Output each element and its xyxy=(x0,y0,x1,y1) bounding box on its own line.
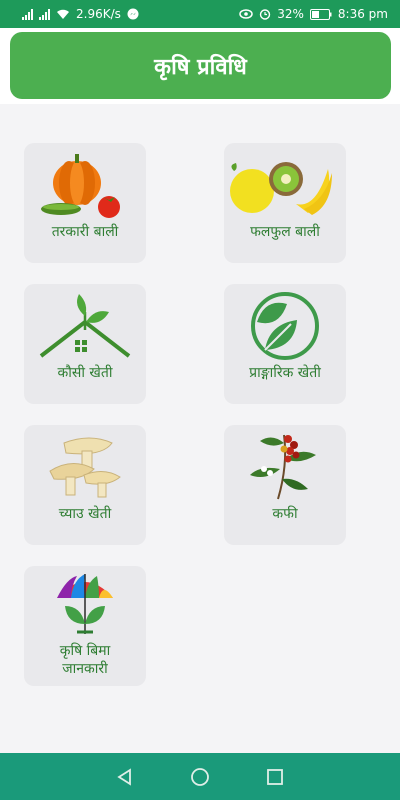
tile-label: फलफुल बाली xyxy=(250,224,320,240)
wifi-icon xyxy=(57,9,69,19)
vegetables-icon xyxy=(41,154,120,218)
app-title-bar: कृषि प्रविधि xyxy=(10,32,391,99)
alarm-icon xyxy=(260,9,271,20)
tile-rooftop-farming[interactable]: कौसी खेती xyxy=(24,284,146,404)
messenger-icon xyxy=(127,8,139,20)
status-bar: 2.96K/s 32% 8:36 pm xyxy=(0,0,400,28)
home-icon[interactable] xyxy=(190,767,210,787)
tile-label: कौसी खेती xyxy=(57,365,113,381)
tile-label: तरकारी बाली xyxy=(51,224,119,240)
tile-label: कृषि बिमा जानकारी xyxy=(24,642,146,678)
clock: 8:36 pm xyxy=(337,7,388,21)
tile-label-line: कृषि बिमा xyxy=(59,643,111,659)
tile-organic-farming[interactable]: प्राङ्गारिक खेती xyxy=(224,284,346,404)
system-nav-bar xyxy=(0,753,400,800)
rooftop-farming-icon xyxy=(39,294,131,358)
eye-icon xyxy=(239,9,253,19)
signal-icon xyxy=(22,8,33,20)
organic-leaf-icon xyxy=(251,292,319,360)
battery-percent: 32% xyxy=(277,7,304,21)
tile-label-line: जानकारी xyxy=(62,661,108,677)
battery-icon xyxy=(309,8,332,20)
tile-label: प्राङ्गारिक खेती xyxy=(249,365,321,381)
tile-crop-insurance[interactable]: कृषि बिमा जानकारी xyxy=(24,566,146,686)
coffee-plant-icon xyxy=(250,434,316,500)
crop-insurance-icon xyxy=(57,574,113,634)
fruits-icon xyxy=(230,162,332,215)
tile-fruits[interactable]: फलफुल बाली xyxy=(224,143,346,263)
tile-mushroom[interactable]: च्याउ खेती xyxy=(24,425,146,545)
tile-vegetables[interactable]: तरकारी बाली xyxy=(24,143,146,263)
tile-label: च्याउ खेती xyxy=(58,506,112,522)
page-title: कृषि प्रविधि xyxy=(154,54,247,80)
recents-icon[interactable] xyxy=(266,768,284,786)
back-icon[interactable] xyxy=(116,767,134,786)
signal-icon xyxy=(39,8,50,20)
tile-coffee[interactable]: कफी xyxy=(224,425,346,545)
mushroom-icon xyxy=(49,437,121,498)
network-speed: 2.96K/s xyxy=(76,7,121,21)
tile-label: कफी xyxy=(272,506,298,522)
